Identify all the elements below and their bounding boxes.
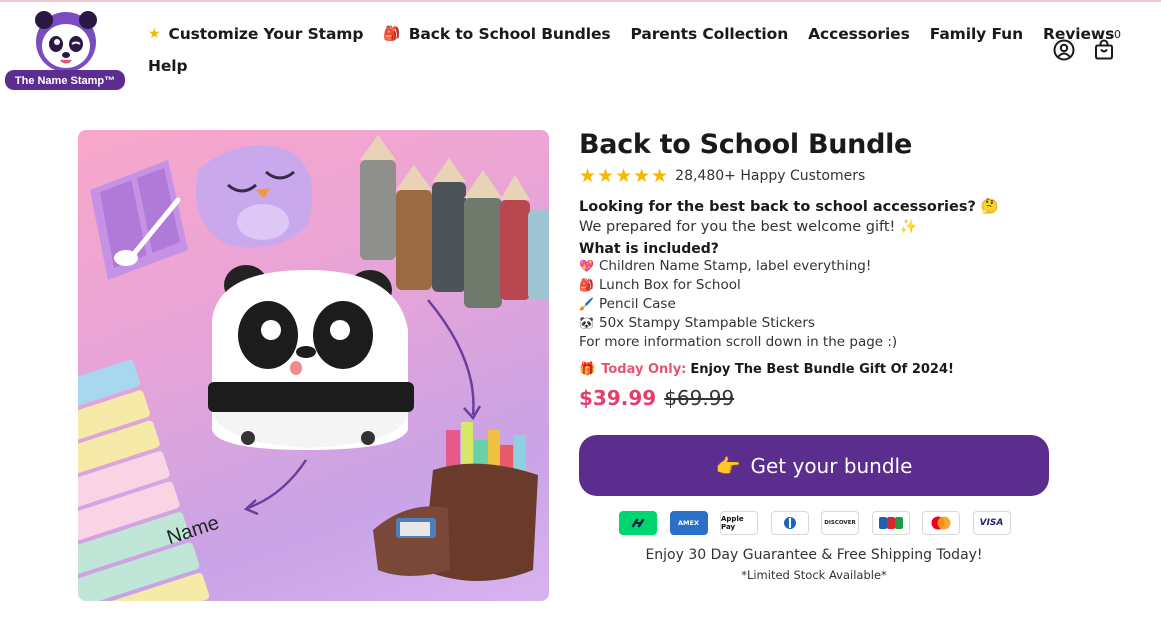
sale-price: $39.99 [579, 386, 657, 410]
get-bundle-button[interactable]: 👉 Get your bundle [579, 435, 1049, 496]
gift-icon: 🎁 [579, 362, 596, 377]
pencil-case-illustration [373, 422, 538, 581]
panda-icon: 🐼 [579, 316, 594, 330]
list-item: 🖌️ Pencil Case [579, 295, 1049, 314]
brand-logo[interactable]: The Name Stamp™ [4, 8, 126, 92]
price-row: $39.99 $69.99 [579, 386, 1049, 410]
offer-banner: 🎁 Today Only: Enjoy The Best Bundle Gift… [579, 362, 1049, 377]
jcb-icon [871, 511, 910, 535]
nav-row-1: ★ Customize Your Stamp 🎒 Back to School … [148, 22, 1114, 46]
list-item-text: 50x Stampy Stampable Stickers [599, 315, 815, 331]
backpack-icon: 🎒 [579, 278, 594, 292]
paintbrush-icon: 🖌️ [579, 297, 594, 311]
nav-customize-your-stamp[interactable]: ★ Customize Your Stamp [148, 25, 363, 43]
included-list: 💖 Children Name Stamp, label everything! … [579, 257, 1049, 333]
list-item-text: Lunch Box for School [599, 277, 741, 293]
star-icon: ★ [148, 26, 161, 42]
rating-row[interactable]: ★★★★★ 28,480+ Happy Customers [579, 165, 1049, 187]
top-border [0, 0, 1161, 2]
product-info: Back to School Bundle ★★★★★ 28,480+ Happ… [579, 128, 1049, 582]
mastercard-icon [922, 511, 960, 535]
get-bundle-label: Get your bundle [750, 453, 913, 478]
rating-text: 28,480+ Happy Customers [675, 168, 866, 184]
nav-label: Customize Your Stamp [168, 25, 364, 43]
owl-pencil-case-illustration [196, 145, 313, 248]
nav-row-2: Help [148, 54, 1048, 78]
product-question: Looking for the best back to school acce… [579, 199, 999, 215]
heart-icon: 💖 [579, 259, 594, 273]
nav-help[interactable]: Help [148, 57, 188, 75]
diners-club-icon [770, 511, 809, 535]
nav-back-to-school-bundles[interactable]: 🎒 Back to School Bundles [383, 25, 610, 43]
arrow-to-pencil-case [427, 299, 475, 416]
compare-price: $69.99 [664, 386, 735, 410]
product-subtitle: We prepared for you the best welcome gif… [579, 219, 918, 235]
more-info-text: For more information scroll down in the … [579, 334, 898, 350]
payment-methods: AMEX Apple Pay DISCOVER VISA [619, 511, 1023, 535]
apple-pay-icon: Apple Pay [720, 511, 758, 535]
link-payment-icon [619, 511, 657, 535]
account-icon[interactable] [1052, 38, 1076, 62]
nav-parents-collection[interactable]: Parents Collection [631, 25, 789, 43]
panda-stamp-illustration [208, 265, 414, 450]
visa-icon: VISA [972, 511, 1011, 535]
list-item: 🎒 Lunch Box for School [579, 276, 1049, 295]
list-item-text: Children Name Stamp, label everything! [599, 258, 872, 274]
product-image-illustration: Name [78, 135, 549, 601]
star-rating-icon: ★★★★★ [579, 165, 670, 187]
cart-count-badge: 0 [1114, 28, 1121, 41]
list-item: 🐼 50x Stampy Stampable Stickers [579, 314, 1049, 333]
amex-icon: AMEX [669, 511, 708, 535]
nav-label: Back to School Bundles [408, 25, 611, 43]
stickers-sheet-illustration [78, 359, 210, 601]
main-nav: ★ Customize Your Stamp 🎒 Back to School … [148, 22, 1114, 78]
product-title: Back to School Bundle [579, 129, 913, 160]
pointing-hand-icon: 👉 [715, 453, 741, 478]
nav-family-fun[interactable]: Family Fun [930, 25, 1023, 43]
discover-icon: DISCOVER [821, 511, 859, 535]
list-item: 💖 Children Name Stamp, label everything! [579, 257, 1049, 276]
guarantee-text: Enjoy 30 Day Guarantee & Free Shipping T… [645, 547, 983, 563]
offer-highlight: Today Only: [601, 362, 687, 377]
logo-text: The Name Stamp™ [15, 75, 115, 87]
product-image[interactable]: Name [78, 130, 549, 601]
backpack-icon: 🎒 [383, 26, 401, 42]
lunch-box-illustration [90, 160, 188, 280]
shopping-bag-icon[interactable] [1092, 38, 1116, 62]
nav-accessories[interactable]: Accessories [808, 25, 910, 43]
limited-stock-text: *Limited Stock Available* [741, 568, 887, 582]
included-title: What is included? [579, 241, 719, 257]
offer-text: Enjoy The Best Bundle Gift Of 2024! [690, 362, 954, 377]
list-item-text: Pencil Case [599, 296, 676, 312]
